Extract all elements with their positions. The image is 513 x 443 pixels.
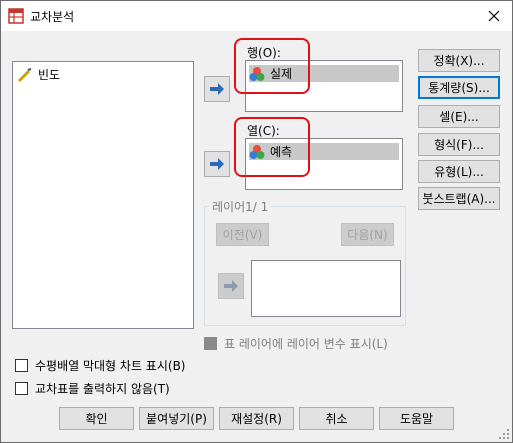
list-item-label: 빈도 [38, 68, 61, 82]
highlight-box-rows [234, 38, 310, 94]
bootstrap-button[interactable]: 붓스트랩(A)... [418, 187, 500, 210]
highlight-box-columns [234, 117, 310, 177]
checkbox-box [204, 337, 217, 350]
exact-button[interactable]: 정확(X)... [418, 49, 500, 72]
crosstabs-app-icon [8, 8, 24, 24]
next-layer-button[interactable]: 다음(N) [341, 223, 394, 246]
suppress-tables-label: 교차표를 출력하지 않음(T) [35, 382, 170, 396]
title-bar: 교차분석 [1, 1, 512, 31]
help-button[interactable]: 도움말 [379, 407, 454, 430]
variable-list[interactable]: 빈도 [12, 61, 194, 329]
layer-list[interactable] [251, 260, 401, 317]
clustered-bar-label: 수평배열 막대형 차트 표시(B) [35, 359, 186, 373]
layer-group-label: 레이어1/ 1 [209, 198, 272, 215]
format-button[interactable]: 형식(F)... [418, 133, 500, 156]
layer-display-label: 표 레이어에 레이어 변수 표시(L) [224, 337, 388, 351]
previous-layer-button[interactable]: 이전(V) [216, 223, 269, 246]
move-to-rows-button[interactable] [204, 76, 230, 102]
move-to-columns-button[interactable] [204, 151, 230, 177]
resize-grip-icon[interactable] [498, 428, 510, 440]
cells-button[interactable]: 셀(E)... [418, 105, 500, 128]
arrow-right-icon [210, 158, 224, 170]
window-title: 교차분석 [30, 10, 75, 24]
paste-button[interactable]: 붙여넣기(P) [139, 407, 214, 430]
layer-display-checkbox[interactable]: 표 레이어에 레이어 변수 표시(L) [204, 335, 388, 352]
arrow-right-icon [210, 83, 224, 95]
checkbox-box [15, 382, 28, 395]
move-to-layer-button[interactable] [218, 273, 244, 299]
arrow-right-icon [224, 280, 238, 292]
checkbox-box [15, 359, 28, 372]
cancel-button[interactable]: 취소 [299, 407, 374, 430]
style-button[interactable]: 유형(L)... [418, 160, 500, 183]
close-icon[interactable] [482, 4, 506, 28]
scale-variable-icon [17, 67, 32, 82]
statistics-button[interactable]: 통계량(S)... [418, 76, 500, 99]
suppress-tables-checkbox[interactable]: 교차표를 출력하지 않음(T) [15, 380, 170, 397]
reset-button[interactable]: 재설정(R) [219, 407, 294, 430]
crosstabs-dialog: 교차분석 빈도 행(O): 실제 열(C): 예측 레이어1/ 1 이전(V) … [0, 0, 513, 443]
ok-button[interactable]: 확인 [59, 407, 134, 430]
list-item[interactable]: 빈도 [17, 66, 60, 83]
clustered-bar-checkbox[interactable]: 수평배열 막대형 차트 표시(B) [15, 357, 185, 374]
